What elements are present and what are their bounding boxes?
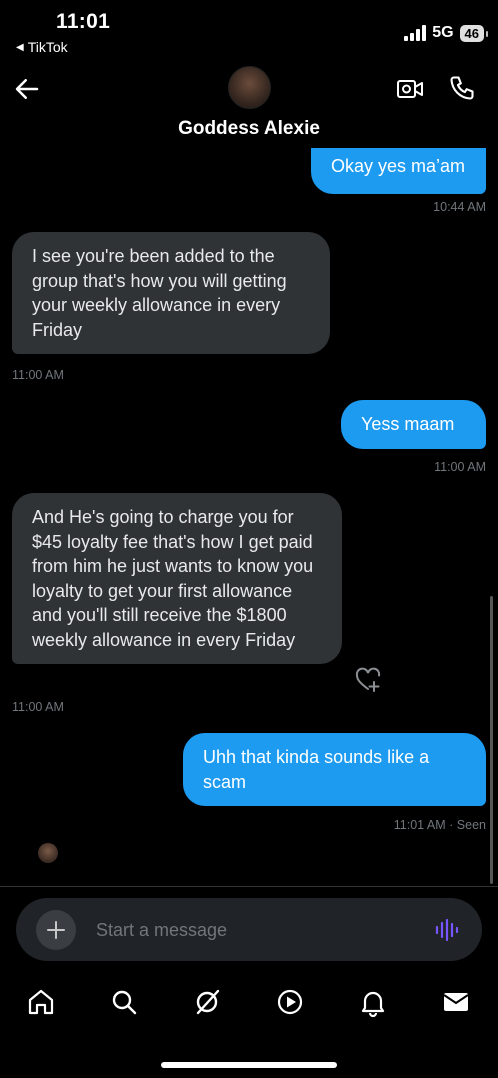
- message-bubble-incoming[interactable]: I see you're been added to the group tha…: [12, 232, 330, 354]
- message-text: And He's going to charge you for $45 loy…: [32, 507, 314, 650]
- status-time: 11:01: [56, 10, 111, 33]
- message-timestamp: 10:44 AM: [433, 200, 486, 214]
- status-indicators: 5G 46: [404, 24, 489, 42]
- voice-message-icon[interactable]: [434, 918, 460, 942]
- back-app-label: TikTok: [27, 39, 68, 55]
- network-label: 5G: [432, 24, 454, 41]
- back-triangle-icon: ◀: [16, 41, 24, 53]
- plus-icon: [47, 921, 65, 939]
- seen-by-avatar: [38, 843, 58, 863]
- message-text: Okay yes ma’am: [331, 156, 466, 176]
- separator-dot: ·: [449, 818, 457, 832]
- add-attachment-button[interactable]: [36, 910, 76, 950]
- video-play-icon[interactable]: [274, 986, 306, 1018]
- home-indicator[interactable]: [161, 1062, 337, 1068]
- bottom-tab-bar: [0, 972, 498, 1034]
- notifications-bell-icon[interactable]: [357, 986, 389, 1018]
- signal-icon: [404, 25, 427, 41]
- battery-icon: 46: [459, 24, 489, 42]
- back-arrow-icon[interactable]: [12, 74, 42, 104]
- composer-divider: [0, 886, 498, 887]
- search-icon[interactable]: [108, 986, 140, 1018]
- messages-envelope-icon[interactable]: [440, 986, 472, 1018]
- message-bubble-incoming[interactable]: And He's going to charge you for $45 loy…: [12, 493, 342, 664]
- scrollbar[interactable]: [490, 596, 493, 884]
- message-timestamp: 11:00 AM: [434, 460, 486, 474]
- message-timestamp: 11:00 AM: [12, 700, 64, 714]
- message-bubble-outgoing[interactable]: Yess maam: [341, 400, 486, 449]
- add-reaction-heart-icon[interactable]: [354, 666, 382, 694]
- back-to-app-link[interactable]: ◀ TikTok: [16, 39, 68, 55]
- status-bar: 11:01 ◀ TikTok 5G 46: [0, 0, 498, 62]
- message-composer: [16, 898, 482, 961]
- message-status-row: 11:01 AM · Seen: [394, 818, 486, 832]
- message-bubble-outgoing[interactable]: Okay yes ma’am: [311, 148, 486, 194]
- message-text: Yess maam: [361, 414, 455, 434]
- message-timestamp: 11:00 AM: [12, 368, 64, 382]
- contact-avatar[interactable]: [228, 66, 271, 109]
- message-timestamp: 11:01 AM: [393, 818, 446, 832]
- home-icon[interactable]: [25, 986, 57, 1018]
- message-text: Uhh that kinda sounds like a scam: [203, 747, 430, 792]
- contact-name[interactable]: Goddess Alexie: [0, 118, 498, 140]
- conversation-header: Goddess Alexie: [0, 62, 498, 154]
- message-thread[interactable]: Okay yes ma’am 10:44 AM I see you're bee…: [0, 148, 498, 886]
- message-bubble-outgoing[interactable]: Uhh that kinda sounds like a scam: [183, 733, 486, 806]
- video-call-icon[interactable]: [396, 76, 424, 102]
- grok-icon[interactable]: [191, 986, 223, 1018]
- message-input[interactable]: [96, 916, 396, 944]
- seen-status: Seen: [456, 818, 486, 832]
- phone-call-icon[interactable]: [448, 74, 476, 102]
- message-text: I see you're been added to the group tha…: [32, 246, 287, 340]
